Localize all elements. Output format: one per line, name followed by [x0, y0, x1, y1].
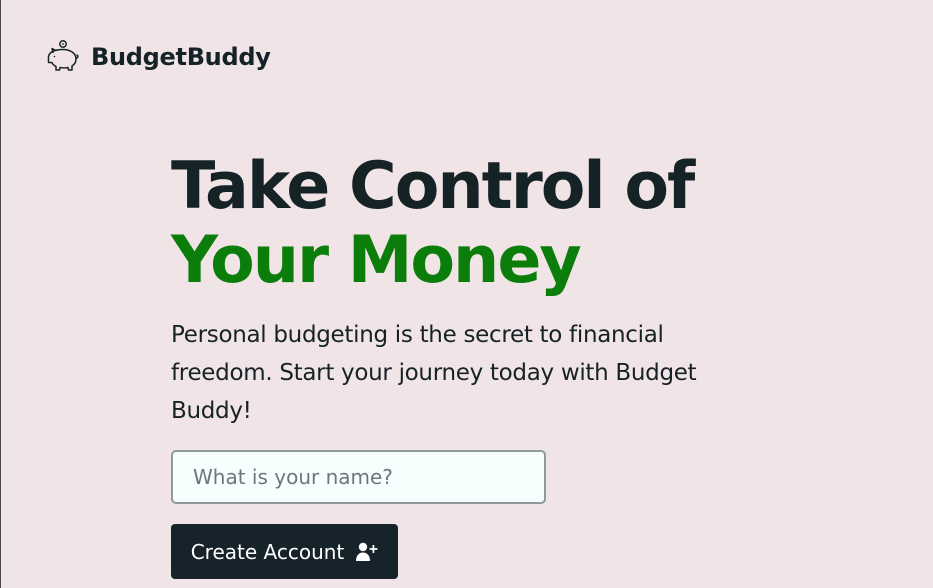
create-account-label: Create Account: [190, 539, 345, 564]
name-input[interactable]: [171, 450, 546, 504]
hero-title-accent: Your Money: [171, 223, 582, 298]
hero-title-line1: Take Control of: [171, 149, 695, 224]
user-plus-icon: [356, 541, 378, 563]
hero-section: Take Control of Your Money Personal budg…: [171, 150, 731, 579]
piggy-bank-icon: [41, 37, 81, 77]
top-nav: BudgetBuddy: [41, 37, 271, 77]
create-account-button[interactable]: Create Account: [171, 524, 398, 579]
hero-subtitle: Personal budgeting is the secret to fina…: [171, 322, 697, 424]
create-account-form: Create Account: [171, 450, 731, 579]
brand-name: BudgetBuddy: [91, 43, 271, 71]
hero-title: Take Control of Your Money: [171, 150, 731, 298]
